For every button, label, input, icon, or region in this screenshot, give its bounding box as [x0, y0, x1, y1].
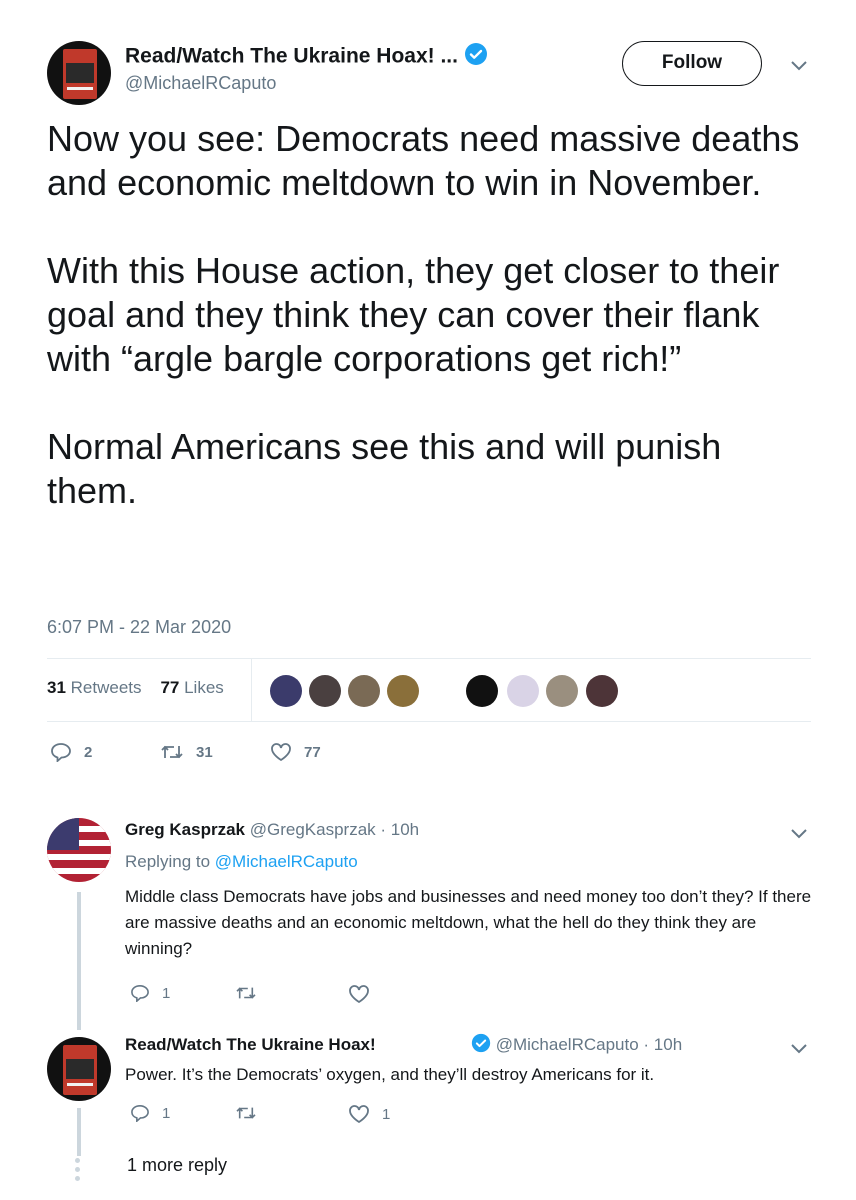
- reply-icon: [131, 984, 149, 1002]
- reply-time[interactable]: · 10h: [380, 820, 419, 839]
- like-count: 77: [304, 743, 321, 761]
- liker-avatar[interactable]: [270, 675, 302, 707]
- chevron-down-icon[interactable]: [790, 826, 808, 845]
- reply-author-avatar[interactable]: [47, 818, 111, 882]
- likes-stat[interactable]: 77 Likes: [160, 678, 223, 697]
- author-name-row[interactable]: Read/Watch The Ukraine Hoax! ...: [125, 42, 488, 72]
- reply-header: Read/Watch The Ukraine Hoax!: [125, 1035, 376, 1055]
- like-icon: [349, 985, 369, 1004]
- reply-author-handle[interactable]: @GregKasprzak: [250, 820, 376, 839]
- liker-avatar[interactable]: [309, 675, 341, 707]
- liker-avatar[interactable]: [586, 675, 618, 707]
- liker-avatar[interactable]: [507, 675, 539, 707]
- replying-to: Replying to @MichaelRCaputo: [125, 852, 358, 871]
- tweet-text: Now you see: Democrats need massive deat…: [47, 117, 817, 513]
- chevron-down-icon[interactable]: [790, 58, 808, 77]
- like-button[interactable]: 1: [348, 1104, 390, 1124]
- liker-avatar[interactable]: [466, 675, 498, 707]
- reply-text: Middle class Democrats have jobs and bus…: [125, 887, 812, 958]
- thread-line: [77, 1108, 81, 1156]
- verified-badge-icon: [464, 42, 488, 72]
- author-avatar[interactable]: [47, 41, 111, 105]
- reply-header: Greg Kasprzak @GregKasprzak · 10h: [125, 820, 419, 840]
- reply-text: Power. It’s the Democrats’ oxygen, and t…: [125, 1065, 655, 1084]
- retweet-icon: [236, 1107, 256, 1119]
- follow-button[interactable]: Follow: [622, 41, 762, 86]
- reply-button[interactable]: 1: [130, 984, 170, 1002]
- reply-button[interactable]: 2: [50, 742, 92, 762]
- like-button[interactable]: 77: [270, 742, 321, 762]
- retweet-button[interactable]: 31: [160, 742, 213, 762]
- retweet-icon: [161, 745, 183, 759]
- liker-avatar[interactable]: [387, 675, 419, 707]
- replying-to-link[interactable]: @MichaelRCaputo: [215, 852, 358, 871]
- reply-author-name[interactable]: Greg Kasprzak: [125, 820, 245, 839]
- reply-count: 2: [84, 743, 93, 761]
- retweet-button[interactable]: [235, 1104, 257, 1122]
- like-icon: [271, 743, 291, 762]
- reply-time[interactable]: · 10h: [643, 1035, 682, 1054]
- author-name[interactable]: Read/Watch The Ukraine Hoax! ...: [125, 45, 458, 68]
- divider: [47, 658, 811, 659]
- verified-badge-icon: [471, 1033, 491, 1058]
- reply-icon: [131, 1104, 149, 1122]
- tweet-paragraph: With this House action, they get closer …: [47, 250, 780, 379]
- author-handle[interactable]: @MichaelRCaputo: [125, 73, 276, 94]
- reply-count: 1: [162, 1104, 171, 1122]
- thread-line: [77, 892, 81, 1030]
- retweet-button[interactable]: [235, 984, 257, 1002]
- like-button[interactable]: [348, 984, 370, 1004]
- reply-author-name[interactable]: Read/Watch The Ukraine Hoax!: [125, 1035, 376, 1054]
- reply-icon: [51, 743, 71, 762]
- chevron-down-icon[interactable]: [790, 1041, 808, 1060]
- divider: [251, 659, 252, 722]
- liker-avatar[interactable]: [348, 675, 380, 707]
- reply-meta: @MichaelRCaputo · 10h: [471, 1033, 682, 1058]
- divider: [47, 721, 811, 722]
- like-icon: [349, 1105, 369, 1124]
- retweets-stat[interactable]: 31 Retweets: [47, 678, 142, 697]
- reply-author-handle[interactable]: @MichaelRCaputo: [496, 1035, 639, 1054]
- like-count: 1: [382, 1105, 391, 1123]
- retweet-icon: [236, 987, 256, 999]
- more-replies-dots: [75, 1158, 81, 1185]
- engagement-stats: 31 Retweets 77 Likes: [47, 678, 224, 698]
- more-replies-link[interactable]: 1 more reply: [127, 1155, 227, 1176]
- reply-count: 1: [162, 984, 171, 1002]
- retweet-count: 31: [196, 743, 213, 761]
- reply-button[interactable]: 1: [130, 1104, 170, 1122]
- liker-avatar[interactable]: [546, 675, 578, 707]
- reply-author-avatar[interactable]: [47, 1037, 111, 1101]
- tweet-paragraph: Now you see: Democrats need massive deat…: [47, 118, 800, 203]
- tweet-paragraph: Normal Americans see this and will punis…: [47, 426, 722, 511]
- tweet-timestamp[interactable]: 6:07 PM - 22 Mar 2020: [47, 617, 231, 638]
